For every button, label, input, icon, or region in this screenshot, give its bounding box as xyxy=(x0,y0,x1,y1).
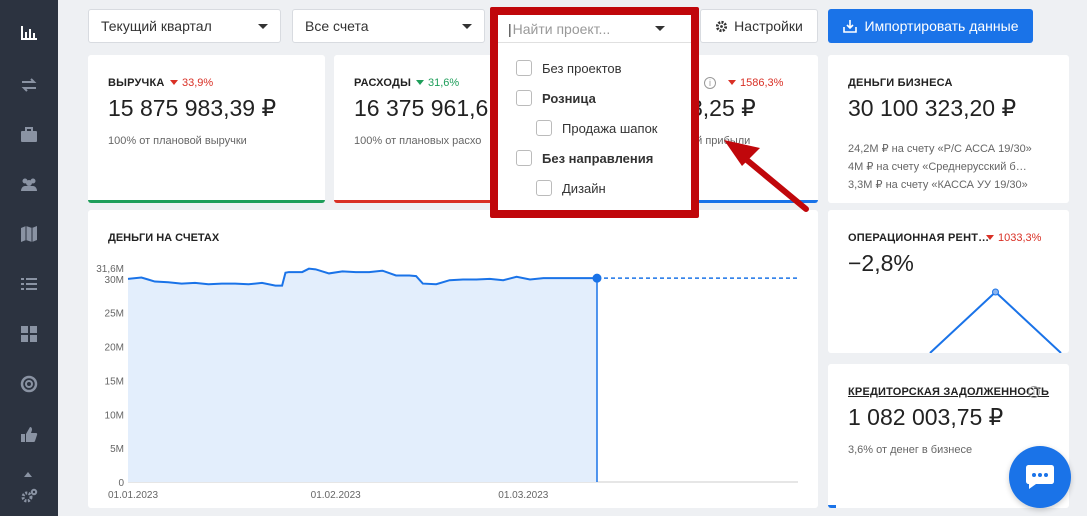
business-money-breakdown: 24,2М ₽ на счету «Р/С АССА 19/30» 4М ₽ н… xyxy=(848,140,1032,194)
business-money-value: 30 100 323,20 ₽ xyxy=(848,95,1017,121)
revenue-title: ВЫРУЧКА xyxy=(108,77,165,89)
import-icon xyxy=(842,20,857,33)
expenses-value: 16 375 961,6 xyxy=(354,95,489,121)
period-select-value: Текущий квартал xyxy=(101,18,212,34)
y-tick-label: 5M xyxy=(110,444,124,455)
map-icon xyxy=(21,226,37,242)
down-triangle-icon xyxy=(170,80,178,85)
revenue-card[interactable]: ВЫРУЧКА 33,9% 15 875 983,39 ₽ 100% от пл… xyxy=(88,55,325,203)
gears-icon xyxy=(21,488,38,503)
revenue-sub: 100% от плановой выручки xyxy=(108,135,247,147)
business-money-card[interactable]: ДЕНЬГИ БИЗНЕСА 30 100 323,20 ₽ 24,2М ₽ н… xyxy=(828,55,1069,203)
sidebar-item-list[interactable] xyxy=(0,264,58,304)
payables-title[interactable]: КРЕДИТОРСКАЯ ЗАДОЛЖЕННОСТЬ xyxy=(848,386,1049,398)
payables-sub: 3,6% от денег в бизнесе xyxy=(848,444,973,456)
gear-icon xyxy=(716,20,728,32)
sidebar-item-dashboard[interactable] xyxy=(0,314,58,354)
sidebar-item-feedback[interactable] xyxy=(0,415,58,455)
chat-icon xyxy=(1026,465,1054,489)
info-icon[interactable]: i xyxy=(1028,386,1040,398)
x-tick-label: 01.03.2023 xyxy=(498,490,548,501)
import-data-label: Импортировать данные xyxy=(864,18,1019,34)
settings-button[interactable]: Настройки xyxy=(700,9,818,43)
revenue-value: 15 875 983,39 ₽ xyxy=(108,95,277,121)
users-icon xyxy=(21,178,37,191)
expenses-sub: 100% от плановых расхо xyxy=(354,135,482,147)
sidebar-item-deals[interactable] xyxy=(0,115,58,155)
expenses-card[interactable]: РАСХОДЫ 31,6% 16 375 961,6 100% от плано… xyxy=(334,55,498,203)
transfer-arrows-icon xyxy=(21,78,37,92)
settings-button-label: Настройки xyxy=(734,18,803,34)
sidebar-item-help[interactable] xyxy=(0,364,58,404)
op-profit-card[interactable]: ОПЕРАЦИОННАЯ РЕНТ… 1033,3% −2,8% xyxy=(828,210,1069,353)
y-tick-label: 0 xyxy=(118,478,124,489)
account-line: 4М ₽ на счету «Среднерусский б… xyxy=(848,161,1027,173)
profit-sub: ой прибыли xyxy=(690,135,751,147)
today-marker-point xyxy=(592,273,602,283)
thumbs-up-icon xyxy=(21,427,38,442)
y-tick-label: 20M xyxy=(105,343,124,354)
account-line: 24,2М ₽ на счету «Р/С АССА 19/30» xyxy=(848,143,1032,155)
area-fill xyxy=(128,268,597,482)
money-on-accounts-card[interactable]: ДЕНЬГИ НА СЧЕТАХ 0 5M 10M 15M 20M 25M 30M 31,6M… xyxy=(88,210,818,508)
payables-value: 1 082 003,75 ₽ xyxy=(848,404,1004,430)
sparkline-point xyxy=(992,288,999,296)
y-tick-label: 30M xyxy=(105,275,124,286)
chat-button[interactable] xyxy=(1009,446,1071,508)
accounts-select-value: Все счета xyxy=(305,18,369,34)
sidebar-item-map[interactable] xyxy=(0,214,58,254)
briefcase-icon xyxy=(21,127,37,142)
sidebar-item-contractors[interactable] xyxy=(0,164,58,204)
expenses-progress-bar xyxy=(334,200,498,203)
op-profit-sparkline xyxy=(929,288,1062,353)
expenses-delta: 31,6% xyxy=(416,77,459,89)
profit-delta: 1586,3% xyxy=(728,77,783,89)
y-tick-label: 25M xyxy=(105,309,124,320)
import-data-button[interactable]: Импортировать данные xyxy=(828,9,1033,43)
account-line: 3,3М ₽ на счету «КАССА УУ 19/30» xyxy=(848,179,1028,191)
down-triangle-icon xyxy=(728,80,736,85)
sidebar-item-reports[interactable] xyxy=(0,13,58,53)
revenue-progress-bar xyxy=(88,200,325,203)
payables-progress-bar xyxy=(828,505,836,508)
chevron-down-icon xyxy=(462,24,472,29)
sidebar xyxy=(0,0,58,516)
y-tick-label: 15M xyxy=(105,376,124,387)
period-select[interactable]: Текущий квартал xyxy=(88,9,281,43)
sidebar-collapse-caret[interactable] xyxy=(24,472,32,477)
down-triangle-icon xyxy=(416,80,424,85)
sidebar-item-settings[interactable] xyxy=(0,476,58,516)
annotation-highlight-box xyxy=(490,7,699,218)
revenue-delta: 33,9% xyxy=(170,77,213,89)
info-icon[interactable]: i xyxy=(704,77,716,89)
y-tick-label: 31,6M xyxy=(96,264,124,275)
grid-icon xyxy=(21,326,37,342)
bar-chart-icon xyxy=(21,26,37,40)
expenses-title: РАСХОДЫ xyxy=(354,77,412,89)
y-tick-label: 10M xyxy=(105,410,124,421)
sparkline-path xyxy=(929,290,1062,353)
accounts-select[interactable]: Все счета xyxy=(292,9,485,43)
money-area-chart: 0 5M 10M 15M 20M 25M 30M31,6M 01.01.2023 01.02.2… xyxy=(96,264,798,501)
chevron-down-icon xyxy=(258,24,268,29)
x-tick-label: 01.01.2023 xyxy=(108,490,158,501)
x-tick-label: 01.02.2023 xyxy=(311,490,361,501)
lifebuoy-icon xyxy=(20,375,38,393)
sidebar-item-transfers[interactable] xyxy=(0,65,58,105)
business-money-title: ДЕНЬГИ БИЗНЕСА xyxy=(848,77,953,89)
list-icon xyxy=(21,278,37,290)
profit-value: 8,25 ₽ xyxy=(690,95,756,121)
